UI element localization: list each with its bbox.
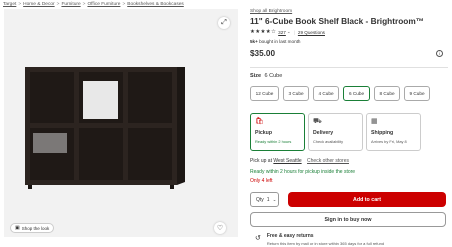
size-option-8-cube[interactable]: 8 Cube [374, 86, 400, 101]
quantity-value: 1 [266, 196, 270, 203]
fulfillment-pickup[interactable]: 🛍 Pickup Ready within 2 hours [250, 113, 305, 151]
fulfillment-delivery[interactable]: ⛟ Delivery Check availability [308, 113, 363, 151]
pickup-ready-text: Ready within 2 hours for pickup inside t… [250, 169, 356, 175]
size-options: 12 Cube 3 Cube 4 Cube 6 Cube 8 Cube 9 Cu… [250, 86, 434, 101]
breadcrumb-separator: > [56, 1, 60, 7]
shop-the-look-label: Shop the look [21, 225, 50, 231]
divider: | [293, 29, 295, 35]
stars-filled: ★★★★ [250, 29, 271, 35]
fulfillment-subtitle: Arrives by Fri, May 8 [371, 139, 407, 144]
rating-row: ★★★★☆ 327 ⌄ | 29 Questions [250, 29, 448, 35]
breadcrumb-separator: > [82, 1, 86, 7]
price: $35.00 [250, 48, 276, 58]
fulfillment-options: 🛍 Pickup Ready within 2 hours ⛟ Delivery… [250, 113, 424, 151]
bought-count: 5k+ [250, 39, 258, 44]
size-option-6-cube[interactable]: 6 Cube [343, 86, 370, 101]
size-label-title: Size [250, 73, 262, 79]
returns-subtitle: Return this item by mail or in store wit… [266, 241, 385, 246]
pickup-bag-icon: 🛍 [255, 118, 264, 125]
rating-stars: ★★★★☆ [250, 29, 276, 35]
price-row: $35.00 i [250, 48, 448, 58]
stock-remaining-text: Only 4 left [250, 178, 273, 184]
pickup-prefix: Pick up at [250, 158, 272, 164]
breadcrumb-separator: > [18, 1, 22, 7]
fulfillment-subtitle: Ready within 2 hours [255, 139, 292, 144]
breadcrumb-item-home-decor[interactable]: Home & Decor [23, 2, 54, 7]
returns-title: Free & easy returns [266, 233, 314, 239]
breadcrumb-item-bookshelves[interactable]: Bookshelves & Bookcases [127, 2, 184, 7]
returns-icon: ↺ [255, 235, 261, 242]
brand-link[interactable]: Shop all Brightroom [250, 9, 448, 15]
chevron-down-icon: ⌄ [272, 196, 277, 202]
divider-line [250, 67, 448, 68]
size-option-3-cube[interactable]: 3 Cube [283, 86, 309, 101]
expand-icon: ⤢ [221, 19, 227, 26]
fulfillment-title: Delivery [313, 130, 334, 136]
breadcrumb-item-office-furniture[interactable]: Office Furniture [87, 2, 120, 7]
sign-in-to-buy-button[interactable]: Sign in to buy now [250, 212, 446, 227]
fulfillment-title: Shipping [371, 130, 394, 136]
stars-empty: ☆ [270, 29, 277, 35]
size-label: Size 6 Cube [250, 73, 282, 79]
shop-look-icon: ▣ [15, 225, 20, 231]
shipping-box-icon: ▦ [371, 118, 378, 125]
product-image-bookshelf [25, 67, 185, 189]
info-icon[interactable]: i [436, 49, 443, 57]
check-other-stores-link[interactable]: Check other stores [307, 158, 349, 164]
expand-image-button[interactable]: ⤢ [218, 17, 230, 29]
returns-info: ↺ Free & easy returns Return this item b… [255, 233, 384, 246]
size-option-12-cube[interactable]: 12 Cube [250, 86, 279, 101]
questions-link[interactable]: 29 Questions [298, 30, 325, 35]
product-info: Shop all Brightroom 11" 6-Cube Book Shel… [250, 9, 448, 58]
fulfillment-title: Pickup [255, 130, 273, 136]
product-title: 11" 6-Cube Book Shelf Black - Brightroom… [250, 16, 425, 26]
fulfillment-subtitle: Check availability [313, 139, 344, 144]
rating-count-link[interactable]: 327 [278, 30, 286, 35]
pickup-store-link[interactable]: West Seattle [273, 158, 301, 164]
product-image-panel[interactable]: ⤢ ▣ Shop the look ♡ [4, 9, 238, 237]
size-option-4-cube[interactable]: 4 Cube [313, 86, 339, 101]
size-selected-value: 6 Cube [264, 73, 283, 79]
bought-text: bought in last month [259, 39, 301, 44]
delivery-truck-icon: ⛟ [313, 118, 322, 125]
breadcrumb-separator: > [122, 1, 126, 7]
breadcrumb: Target > Home & Decor > Furniture > Offi… [3, 0, 184, 8]
breadcrumb-item-furniture[interactable]: Furniture [61, 2, 80, 7]
favorite-button[interactable]: ♡ [214, 222, 226, 234]
breadcrumb-item-target[interactable]: Target [3, 2, 16, 7]
size-option-9-cube[interactable]: 9 Cube [404, 86, 430, 101]
bought-recently: 5k+ bought in last month [250, 39, 448, 45]
pickup-store-line: Pick up at West Seattle Check other stor… [250, 158, 349, 164]
heart-icon: ♡ [216, 225, 224, 232]
shop-the-look-button[interactable]: ▣ Shop the look [10, 223, 55, 233]
chevron-down-icon[interactable]: ⌄ [287, 29, 291, 35]
add-to-cart-button[interactable]: Add to cart [288, 192, 446, 207]
quantity-label: Qty [256, 196, 264, 203]
fulfillment-shipping[interactable]: ▦ Shipping Arrives by Fri, May 8 [366, 113, 421, 151]
quantity-select[interactable]: Qty 1 ⌄ [250, 192, 279, 207]
